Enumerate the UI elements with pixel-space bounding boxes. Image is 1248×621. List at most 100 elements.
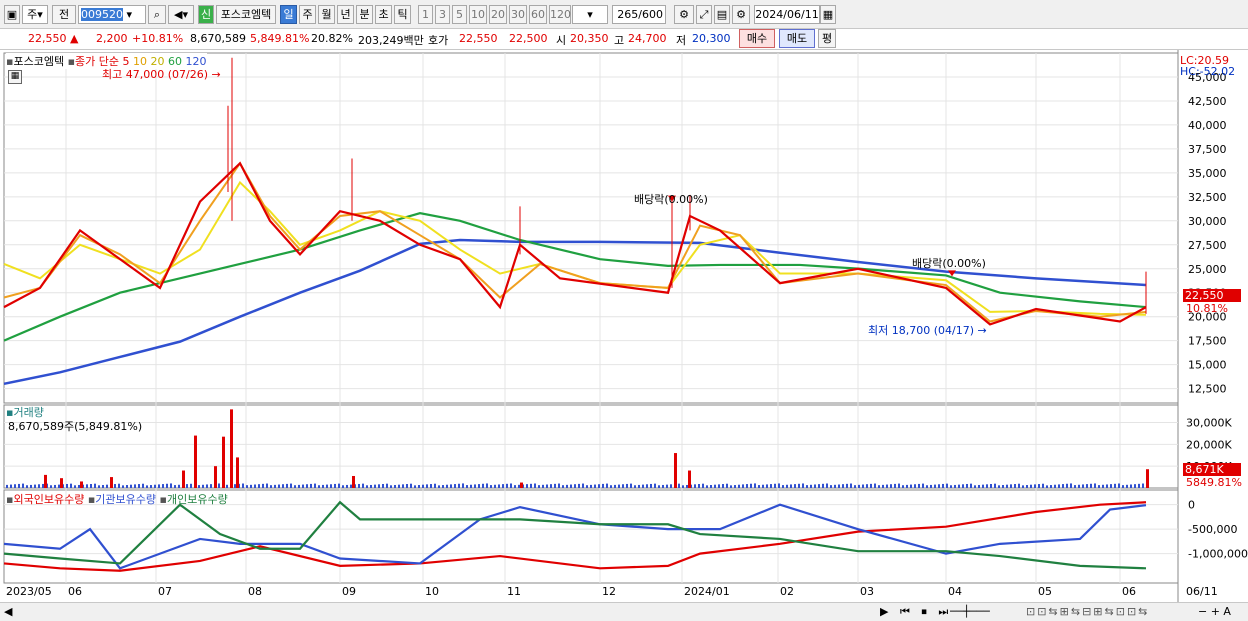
volume-bar	[258, 484, 260, 488]
interval-tab[interactable]: 10	[469, 5, 487, 24]
scroll-left-icon[interactable]: ◀	[4, 605, 12, 618]
buy-order-button[interactable]: 매수	[739, 29, 775, 48]
code-input[interactable]: 009520 ▾	[78, 5, 146, 24]
volume-bar	[182, 470, 185, 488]
volume-bar	[310, 483, 312, 488]
volume-bar	[162, 484, 164, 488]
volume-bar	[18, 483, 20, 488]
volume-bar	[66, 483, 68, 488]
volume-bar	[618, 484, 620, 488]
save-icon[interactable]: ▤	[714, 5, 730, 24]
volume-bar	[526, 484, 528, 488]
volume-bar	[886, 484, 888, 488]
period-tab[interactable]: 일	[280, 5, 297, 24]
prev-button[interactable]: 전	[52, 5, 76, 24]
count-field[interactable]: 265/600	[612, 5, 666, 24]
period-tab[interactable]: 월	[318, 5, 335, 24]
interval-select[interactable]: ▾	[572, 5, 608, 24]
volume-bar	[962, 484, 964, 488]
x-tick-label: 2024/01	[684, 585, 730, 598]
grid-toggle-icon[interactable]: ▦	[8, 70, 22, 84]
volume-bar	[74, 485, 76, 488]
x-tick-label: 02	[780, 585, 794, 598]
volume-bar	[362, 483, 364, 488]
volume-bar	[774, 483, 776, 488]
interval-tab[interactable]: 60	[529, 5, 547, 24]
volume-bar	[86, 484, 88, 488]
speaker-icon[interactable]: ◀▾	[168, 5, 194, 24]
interval-tab[interactable]: 120	[549, 5, 571, 24]
volume-bar	[730, 485, 732, 488]
volume-bar	[54, 484, 56, 488]
volume-value: 8,670,589주(5,849.81%)	[8, 420, 143, 433]
view-tools[interactable]: ⊡⊡⇆⊞⇆⊟⊞⇆⊡⊡⇆	[1026, 605, 1149, 618]
zoom-controls[interactable]: − + A	[1198, 605, 1231, 618]
volume-bar	[122, 485, 124, 488]
volume-bar	[830, 485, 832, 488]
period-tab[interactable]: 년	[337, 5, 354, 24]
high: 24,700	[628, 32, 667, 45]
volume-bar	[1038, 484, 1040, 488]
expand-icon[interactable]: ⤢	[696, 5, 712, 24]
volume-bar	[1142, 483, 1144, 488]
volume-bar	[938, 484, 940, 488]
volume-bar	[150, 485, 152, 488]
volume-bar	[826, 483, 828, 488]
volume-bar	[514, 485, 516, 488]
zoom-slider[interactable]: ──┼───	[950, 605, 990, 618]
price-tick-label: 40,000	[1188, 119, 1227, 132]
volume-panel	[3, 404, 1179, 489]
period-tab[interactable]: 분	[356, 5, 373, 24]
x-tick-label: 2023/05	[6, 585, 52, 598]
volume-bar	[294, 485, 296, 488]
chart-area[interactable]: 45,00042,50040,00037,50035,00032,50030,0…	[0, 50, 1248, 602]
volume-bar	[1070, 483, 1072, 488]
volume-bar	[14, 484, 16, 488]
interval-tab[interactable]: 20	[489, 5, 507, 24]
volume-bar	[486, 483, 488, 488]
interval-tab[interactable]: 1	[418, 5, 433, 24]
volume-bar	[686, 484, 688, 488]
period-tab[interactable]: 주	[299, 5, 316, 24]
interval-tab[interactable]: 3	[435, 5, 450, 24]
volume-bar	[410, 483, 412, 488]
avg-button[interactable]: 평	[818, 29, 836, 48]
chart-tool-icon[interactable]: ⚙	[674, 5, 694, 24]
period-tab[interactable]: 초	[375, 5, 392, 24]
type-select[interactable]: 주▾	[22, 5, 48, 24]
volume-bar	[1126, 484, 1128, 488]
signal-badge: 신	[198, 5, 214, 24]
volume-bar	[742, 484, 744, 488]
volume-bar	[58, 484, 60, 488]
volume-rate-marker: 5849.81%	[1186, 476, 1242, 489]
volume-bar	[874, 483, 876, 488]
price-panel	[3, 52, 1179, 404]
volume-bar	[866, 484, 868, 488]
layout-icon[interactable]: ▣	[4, 5, 20, 24]
calendar-icon[interactable]: ▦	[820, 5, 836, 24]
volume-bar	[44, 474, 47, 488]
search-icon[interactable]: ⌕	[148, 5, 166, 24]
volume-bar	[1062, 484, 1064, 488]
volume-bar	[230, 409, 233, 488]
horizontal-scrollbar[interactable]: ◀ ▶ ⏮ ⏹ ⏭ ──┼─── ⊡⊡⇆⊞⇆⊟⊞⇆⊡⊡⇆ − + A	[0, 602, 1248, 621]
interval-tab[interactable]: 5	[452, 5, 467, 24]
volume-bar	[510, 483, 512, 488]
volume-bar	[722, 484, 724, 488]
volume-bar	[1046, 485, 1048, 488]
volume-bar	[22, 483, 24, 488]
period-tab[interactable]: 틱	[394, 5, 411, 24]
volume-bar	[50, 485, 52, 488]
volume-bar	[478, 484, 480, 488]
interval-tab[interactable]: 30	[509, 5, 527, 24]
volume-bar	[630, 483, 632, 488]
volume-bar	[118, 483, 120, 488]
sell-order-button[interactable]: 매도	[779, 29, 815, 48]
date-field[interactable]: 2024/06/11	[754, 5, 820, 24]
volume-bar	[586, 485, 588, 488]
gear-icon[interactable]: ⚙	[732, 5, 750, 24]
playback-controls[interactable]: ▶ ⏮ ⏹ ⏭	[880, 605, 952, 619]
volume-bar	[986, 484, 988, 488]
volume-bar	[418, 485, 420, 488]
dividend-label-2: 배당락(0.00%)	[912, 257, 986, 270]
